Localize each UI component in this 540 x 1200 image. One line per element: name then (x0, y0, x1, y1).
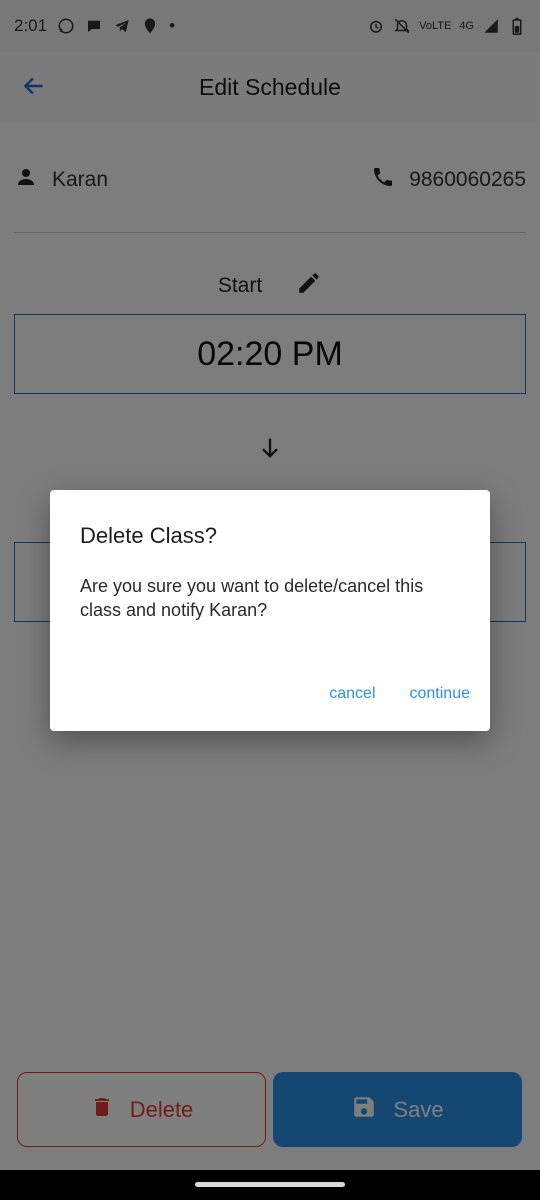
continue-button[interactable]: continue (410, 685, 471, 703)
cancel-button[interactable]: cancel (329, 685, 375, 703)
delete-dialog: Delete Class? Are you sure you want to d… (50, 490, 490, 731)
dialog-title: Delete Class? (80, 523, 217, 548)
dialog-actions: cancel continue (329, 685, 470, 703)
dialog-message: Are you sure you want to delete/cancel t… (80, 576, 424, 620)
home-handle[interactable] (195, 1182, 345, 1187)
navigation-bar (0, 1170, 540, 1200)
